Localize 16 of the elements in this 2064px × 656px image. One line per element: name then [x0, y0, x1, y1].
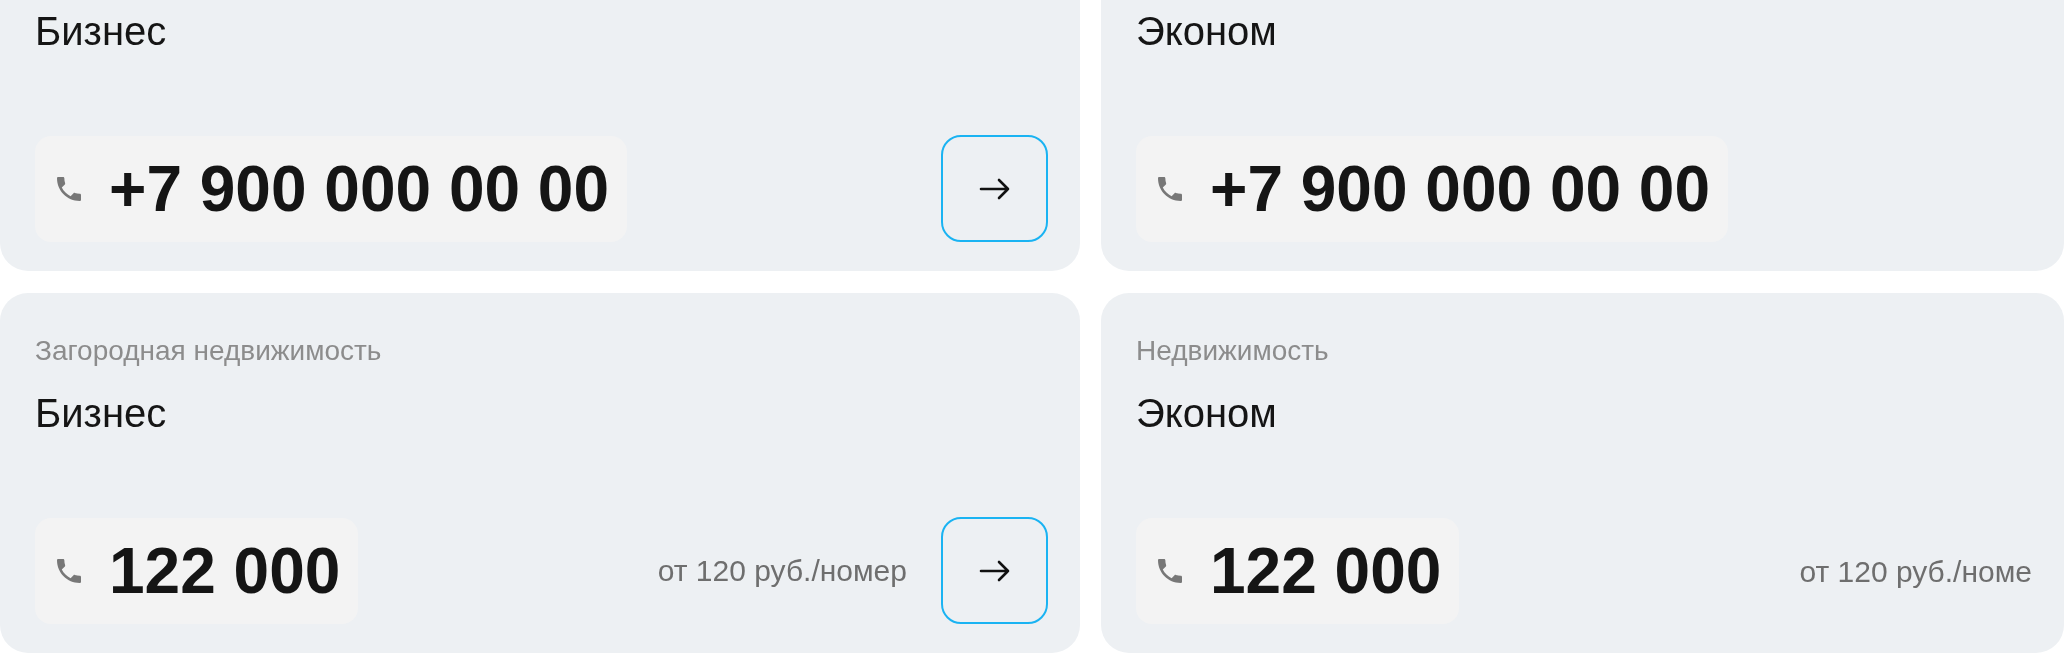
card-title: Бизнес	[35, 390, 167, 437]
phone-number[interactable]: 122 000	[1136, 518, 1460, 624]
arrow-button[interactable]	[941, 517, 1048, 624]
phone-number[interactable]: +7 900 000 00 00	[1136, 136, 1729, 242]
card-title: Эконом	[1136, 8, 1277, 55]
phone-number[interactable]: 122 000	[35, 517, 359, 624]
arrow-right-icon	[978, 558, 1011, 583]
arrow-button[interactable]	[941, 135, 1048, 242]
arrow-right-icon	[978, 176, 1011, 201]
category-label: Недвижимость	[1136, 337, 1329, 365]
category-label: Загородная недвижимость	[35, 337, 382, 365]
card-title: Бизнес	[35, 8, 167, 55]
card-title: Эконом	[1136, 390, 1277, 437]
price-text: от 120 руб./номе	[1799, 553, 2032, 590]
phone-number[interactable]: +7 900 000 00 00	[35, 135, 628, 242]
price-text: от 120 руб./номер	[657, 553, 907, 589]
